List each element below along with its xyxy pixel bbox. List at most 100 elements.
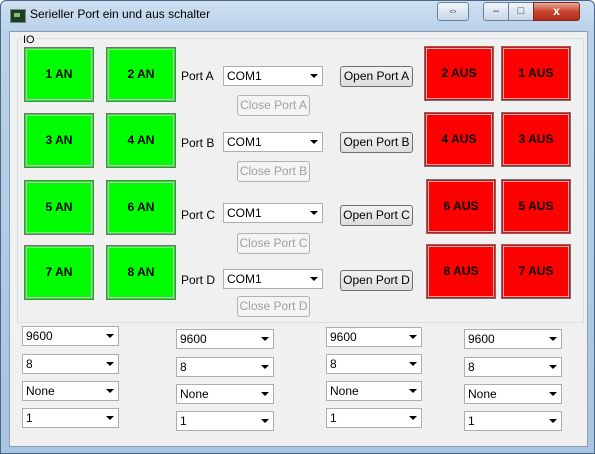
- button-5-aus[interactable]: 5 AUS: [501, 179, 571, 234]
- io-group-label: IO: [22, 34, 36, 46]
- button-7-aus[interactable]: 7 AUS: [501, 244, 571, 299]
- chevron-down-icon: [549, 419, 557, 423]
- databits-value-1: 8: [26, 357, 33, 371]
- client-area: IO 1 AN 2 AN Port A COM1 Open Port A Clo…: [9, 31, 588, 447]
- button-3-an[interactable]: 3 AN: [24, 113, 94, 168]
- open-port-a-button[interactable]: Open Port A: [340, 66, 413, 87]
- button-8-an[interactable]: 8 AN: [106, 245, 176, 300]
- maximize-button[interactable]: □: [508, 2, 534, 21]
- databits-select-3[interactable]: 8: [326, 354, 422, 374]
- parity-value-4: None: [468, 387, 497, 401]
- databits-value-4: 8: [468, 360, 475, 374]
- chevron-down-icon: [409, 362, 417, 366]
- chevron-down-icon: [106, 362, 114, 366]
- port-a-com-value: COM1: [227, 69, 262, 83]
- close-port-c-button[interactable]: Close Port C: [237, 233, 310, 254]
- baud-value-2: 9600: [180, 332, 207, 346]
- databits-select-2[interactable]: 8: [176, 357, 274, 377]
- port-d-com-select[interactable]: COM1: [223, 269, 323, 289]
- port-c-com-select[interactable]: COM1: [223, 203, 323, 223]
- minimize-icon: –: [492, 5, 500, 17]
- chevron-down-icon: [261, 337, 269, 341]
- stopbits-select-1[interactable]: 1: [22, 408, 119, 428]
- parity-value-2: None: [180, 387, 209, 401]
- button-4-an[interactable]: 4 AN: [106, 113, 176, 168]
- stopbits-value-4: 1: [468, 414, 475, 428]
- chevron-down-icon: [549, 392, 557, 396]
- stopbits-select-2[interactable]: 1: [176, 411, 274, 431]
- chevron-down-icon: [310, 211, 318, 215]
- restore-button[interactable]: ⇔: [437, 2, 469, 21]
- chevron-down-icon: [310, 140, 318, 144]
- close-icon: x: [553, 4, 560, 18]
- parity-select-2[interactable]: None: [176, 384, 274, 404]
- chevron-down-icon: [409, 416, 417, 420]
- button-8-aus[interactable]: 8 AUS: [426, 244, 496, 299]
- chevron-down-icon: [106, 389, 114, 393]
- close-port-d-button[interactable]: Close Port D: [237, 296, 310, 317]
- restore-icon: ⇔: [447, 5, 459, 17]
- maximize-icon: □: [517, 5, 525, 17]
- open-port-c-button[interactable]: Open Port C: [340, 205, 413, 226]
- port-b-label: Port B: [181, 136, 215, 150]
- chevron-down-icon: [261, 365, 269, 369]
- chevron-down-icon: [261, 392, 269, 396]
- app-icon: [10, 9, 26, 23]
- stopbits-select-4[interactable]: 1: [464, 411, 562, 431]
- open-port-b-button[interactable]: Open Port B: [340, 132, 413, 153]
- stopbits-select-3[interactable]: 1: [326, 408, 422, 428]
- port-d-label: Port D: [181, 273, 216, 287]
- databits-select-4[interactable]: 8: [464, 357, 562, 377]
- stopbits-value-3: 1: [330, 411, 337, 425]
- button-2-an[interactable]: 2 AN: [106, 47, 176, 102]
- baud-select-1[interactable]: 9600: [22, 326, 119, 346]
- close-button[interactable]: x: [533, 2, 580, 21]
- baud-select-3[interactable]: 9600: [326, 327, 422, 347]
- parity-value-1: None: [26, 384, 55, 398]
- minimize-button[interactable]: –: [483, 2, 509, 21]
- baud-value-1: 9600: [26, 329, 53, 343]
- title-bar[interactable]: Serieller Port ein und aus schalter ⇔ – …: [1, 1, 594, 31]
- databits-select-1[interactable]: 8: [22, 354, 119, 374]
- parity-select-1[interactable]: None: [22, 381, 119, 401]
- button-3-aus[interactable]: 3 AUS: [501, 112, 571, 167]
- chevron-down-icon: [106, 334, 114, 338]
- port-d-com-value: COM1: [227, 272, 262, 286]
- databits-value-2: 8: [180, 360, 187, 374]
- port-a-com-select[interactable]: COM1: [223, 66, 323, 86]
- button-6-aus[interactable]: 6 AUS: [426, 179, 496, 234]
- port-a-label: Port A: [181, 69, 214, 83]
- chevron-down-icon: [261, 419, 269, 423]
- port-b-com-value: COM1: [227, 135, 262, 149]
- port-c-label: Port C: [181, 208, 216, 222]
- button-6-an[interactable]: 6 AN: [106, 180, 176, 235]
- chevron-down-icon: [549, 365, 557, 369]
- port-c-com-value: COM1: [227, 206, 262, 220]
- port-b-com-select[interactable]: COM1: [223, 132, 323, 152]
- baud-select-4[interactable]: 9600: [464, 329, 562, 349]
- baud-value-3: 9600: [330, 330, 357, 344]
- button-7-an[interactable]: 7 AN: [24, 245, 94, 300]
- chevron-down-icon: [549, 337, 557, 341]
- baud-value-4: 9600: [468, 332, 495, 346]
- parity-value-3: None: [330, 384, 359, 398]
- stopbits-value-1: 1: [26, 411, 33, 425]
- chevron-down-icon: [409, 389, 417, 393]
- button-4-aus[interactable]: 4 AUS: [424, 112, 494, 167]
- databits-value-3: 8: [330, 357, 337, 371]
- close-port-a-button[interactable]: Close Port A: [237, 95, 310, 116]
- button-1-aus[interactable]: 1 AUS: [501, 46, 571, 101]
- chevron-down-icon: [409, 335, 417, 339]
- main-window: Serieller Port ein und aus schalter ⇔ – …: [0, 0, 595, 454]
- baud-select-2[interactable]: 9600: [176, 329, 274, 349]
- stopbits-value-2: 1: [180, 414, 187, 428]
- window-title: Serieller Port ein und aus schalter: [30, 7, 211, 21]
- chevron-down-icon: [310, 74, 318, 78]
- button-5-an[interactable]: 5 AN: [24, 180, 94, 235]
- parity-select-3[interactable]: None: [326, 381, 422, 401]
- open-port-d-button[interactable]: Open Port D: [340, 270, 413, 291]
- close-port-b-button[interactable]: Close Port B: [237, 161, 310, 182]
- parity-select-4[interactable]: None: [464, 384, 562, 404]
- button-2-aus[interactable]: 2 AUS: [424, 46, 494, 101]
- button-1-an[interactable]: 1 AN: [24, 47, 94, 102]
